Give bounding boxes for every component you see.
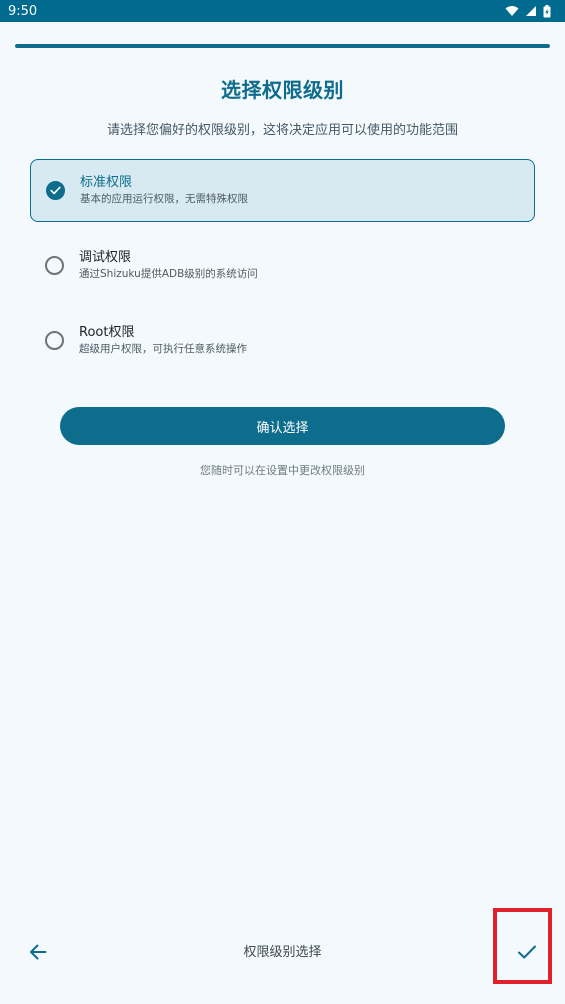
page-subtitle: 请选择您偏好的权限级别，这将决定应用可以使用的功能范围 <box>106 123 458 138</box>
signal-icon <box>526 6 536 16</box>
option-description: 超级用户权限，可执行任意系统操作 <box>79 343 247 355</box>
option-title: 标准权限 <box>80 175 133 190</box>
status-time: 9:50 <box>8 3 38 19</box>
page-title: 选择权限级别 <box>221 78 344 102</box>
option-text: Root权限 超级用户权限，可执行任意系统操作 <box>79 324 247 357</box>
confirm-button[interactable]: 确认选择 <box>60 407 505 445</box>
check-icon <box>518 945 536 959</box>
option-standard[interactable]: 标准权限 基本的应用运行权限，无需特殊权限 <box>30 159 535 222</box>
option-text: 调试权限 通过Shizuku提供ADB级别的系统访问 <box>79 249 258 282</box>
hint-text: 您随时可以在设置中更改权限级别 <box>200 464 365 477</box>
radio-checked-icon[interactable] <box>46 181 65 200</box>
status-icons <box>505 4 551 18</box>
back-button[interactable] <box>22 936 54 968</box>
option-text: 标准权限 基本的应用运行权限，无需特殊权限 <box>80 174 248 207</box>
wifi-icon <box>505 6 519 16</box>
arrow-left-icon <box>30 944 47 960</box>
bottom-bar: 权限级别选择 <box>0 920 565 982</box>
option-debug[interactable]: 调试权限 通过Shizuku提供ADB级别的系统访问 <box>30 234 535 297</box>
option-description: 通过Shizuku提供ADB级别的系统访问 <box>79 268 258 280</box>
progress-fill <box>15 44 550 48</box>
status-bar: 9:50 <box>0 0 565 22</box>
radio-unchecked-icon[interactable] <box>45 331 64 350</box>
progress-bar <box>15 44 550 48</box>
option-root[interactable]: Root权限 超级用户权限，可执行任意系统操作 <box>30 309 535 372</box>
option-title: Root权限 <box>79 325 135 340</box>
battery-icon <box>543 4 551 17</box>
bottom-bar-title: 权限级别选择 <box>243 945 322 960</box>
option-title: 调试权限 <box>79 250 132 265</box>
option-description: 基本的应用运行权限，无需特殊权限 <box>80 193 248 205</box>
check-mark-icon <box>50 186 61 195</box>
radio-unchecked-icon[interactable] <box>45 256 64 275</box>
done-button[interactable] <box>509 934 545 970</box>
